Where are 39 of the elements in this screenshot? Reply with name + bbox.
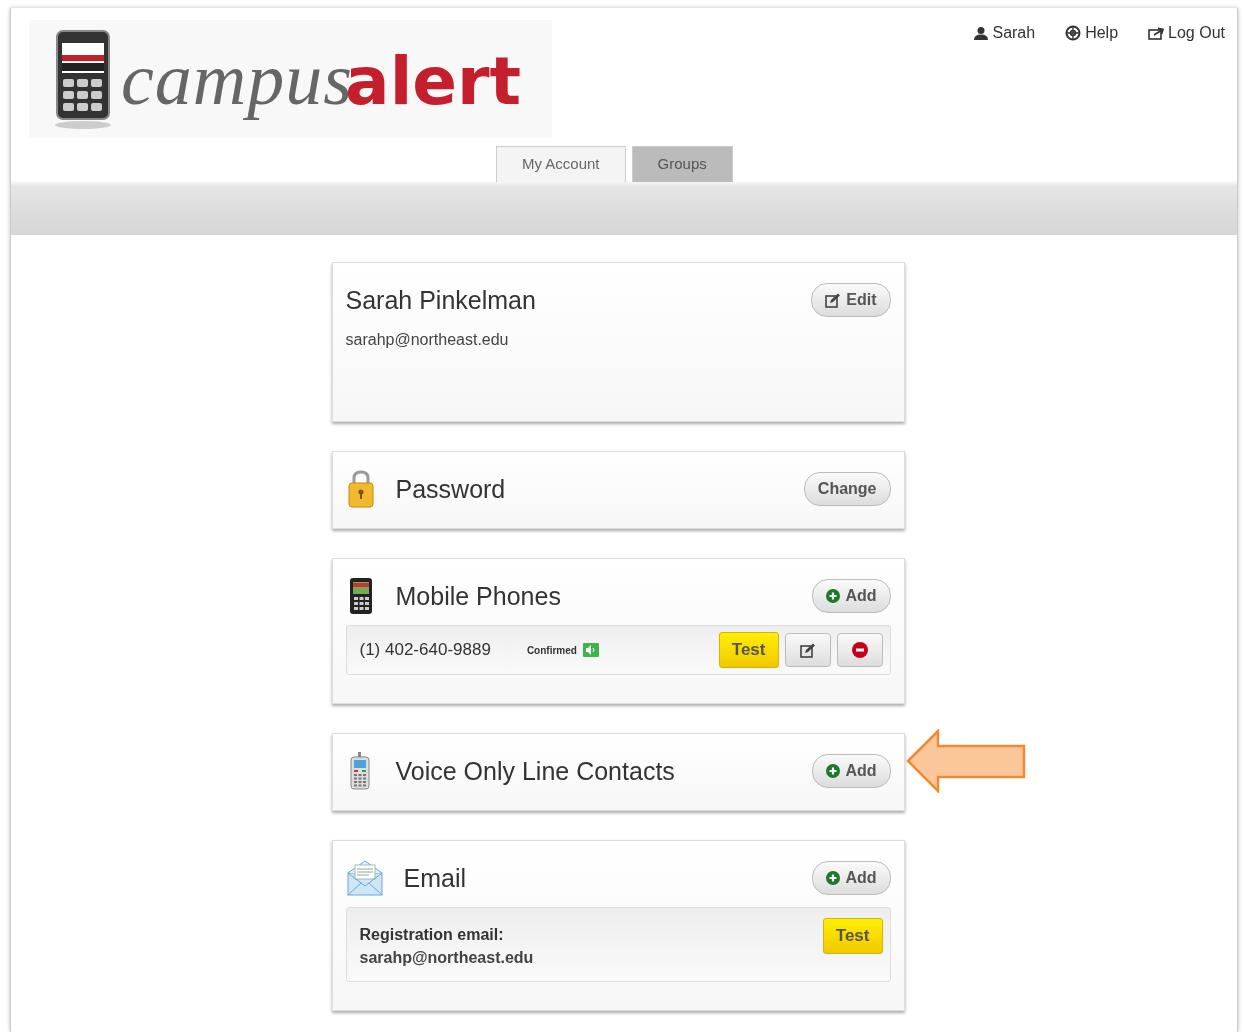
section-title: Mobile Phones — [395, 581, 562, 611]
email-label: Registration email: — [359, 926, 505, 944]
section-title: Email — [403, 863, 467, 893]
test-button[interactable]: Test — [718, 632, 779, 668]
tab[interactable]: Groups — [631, 146, 733, 182]
arrow-icon — [905, 729, 1026, 793]
tab[interactable]: My Account — [496, 146, 626, 182]
export-icon — [1148, 25, 1165, 41]
add-button[interactable]: Add — [812, 861, 891, 895]
change-button[interactable]: Change — [803, 472, 891, 506]
speaker-icon — [582, 643, 599, 657]
phone-logo-icon — [53, 29, 113, 129]
menu-link[interactable]: Log Out — [1148, 24, 1225, 42]
add-button[interactable]: Add — [812, 579, 891, 613]
section-title: Password — [395, 474, 507, 504]
plus-icon — [826, 764, 841, 778]
menu-link[interactable]: Help — [1065, 24, 1119, 42]
email-address: sarahp@northeast.edu — [359, 949, 535, 967]
section-title: Voice Only Line Contacts — [395, 756, 676, 786]
padlock-icon — [345, 470, 376, 508]
logo-text: campusalert — [121, 36, 522, 122]
menu-link[interactable]: Sarah — [974, 24, 1036, 42]
envelope-icon — [345, 859, 384, 897]
edit-icon — [825, 292, 842, 308]
minus-icon — [851, 642, 868, 658]
edit-button[interactable] — [784, 633, 831, 667]
status-label: Confirmed — [526, 644, 577, 656]
edit-icon — [799, 642, 816, 658]
plus-icon — [826, 871, 841, 885]
phone-number: (1) 402-640-9889 — [359, 640, 491, 660]
edit-button[interactable]: Edit — [811, 283, 891, 317]
delete-button[interactable] — [836, 633, 883, 667]
plus-icon — [826, 589, 841, 603]
lifebuoy-icon — [1065, 25, 1082, 41]
profile-email: sarahp@northeast.edu — [345, 331, 510, 349]
user-icon — [974, 26, 989, 40]
add-button[interactable]: Add — [812, 754, 891, 788]
test-button[interactable]: Test — [822, 918, 883, 954]
profile-name: Sarah Pinkelman — [345, 285, 537, 315]
